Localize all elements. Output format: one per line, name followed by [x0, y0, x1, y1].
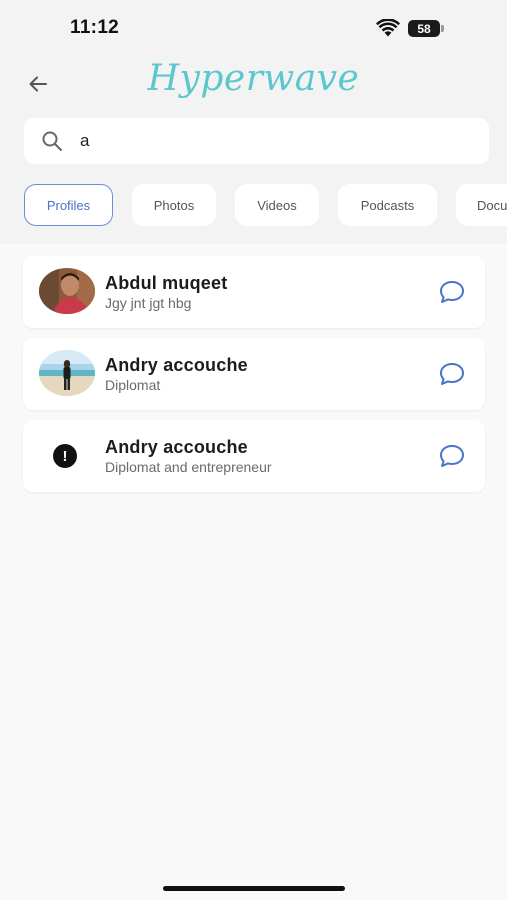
wifi-icon — [376, 19, 400, 37]
battery-tip — [441, 25, 444, 32]
home-indicator[interactable] — [163, 886, 345, 891]
alert-icon: ! — [53, 444, 77, 468]
result-name: Abdul muqeet — [105, 273, 228, 293]
chat-bubble-icon[interactable] — [439, 362, 465, 386]
list-item[interactable]: Abdul muqeet Jgy jnt jgt hbg — [23, 256, 485, 328]
chip-photos[interactable]: Photos — [132, 184, 216, 226]
chip-label: Profiles — [46, 197, 91, 213]
chip-label: Videos — [257, 197, 297, 213]
chip-label: Podcasts — [360, 197, 415, 213]
result-name: Andry accouche — [105, 355, 248, 375]
search-bar[interactable] — [24, 118, 489, 164]
search-input[interactable] — [80, 131, 460, 151]
chip-videos[interactable]: Videos — [235, 184, 319, 226]
result-subtitle: Jgy jnt jgt hbg — [105, 295, 192, 311]
list-item[interactable]: Andry accouche Diplomat — [23, 338, 485, 410]
avatar — [39, 350, 95, 396]
chip-documents[interactable]: Docu — [456, 184, 507, 226]
list-item[interactable]: ! Andry accouche Diplomat and entreprene… — [23, 420, 485, 492]
chip-profiles[interactable]: Profiles — [24, 184, 113, 226]
status-time: 11:12 — [70, 17, 120, 38]
avatar — [39, 268, 95, 314]
battery-icon: 58 — [408, 20, 440, 37]
chip-label: Docu — [477, 197, 507, 213]
search-icon — [42, 131, 62, 151]
result-name: Andry accouche — [105, 437, 248, 457]
chip-label: Photos — [153, 197, 195, 213]
results-list: Abdul muqeet Jgy jnt jgt hbg Andry accou… — [23, 256, 485, 502]
chat-bubble-icon[interactable] — [439, 280, 465, 304]
app-logo: Hyperwave — [147, 58, 360, 99]
battery-level: 58 — [417, 21, 431, 36]
avatar-photo — [39, 268, 95, 314]
avatar-photo — [39, 350, 95, 396]
result-subtitle: Diplomat — [105, 377, 161, 393]
result-subtitle: Diplomat and entrepreneur — [105, 459, 272, 475]
chat-bubble-icon[interactable] — [439, 444, 465, 468]
filter-chips: Profiles Photos Videos Podcasts Docu — [24, 184, 507, 226]
chip-podcasts[interactable]: Podcasts — [338, 184, 437, 226]
